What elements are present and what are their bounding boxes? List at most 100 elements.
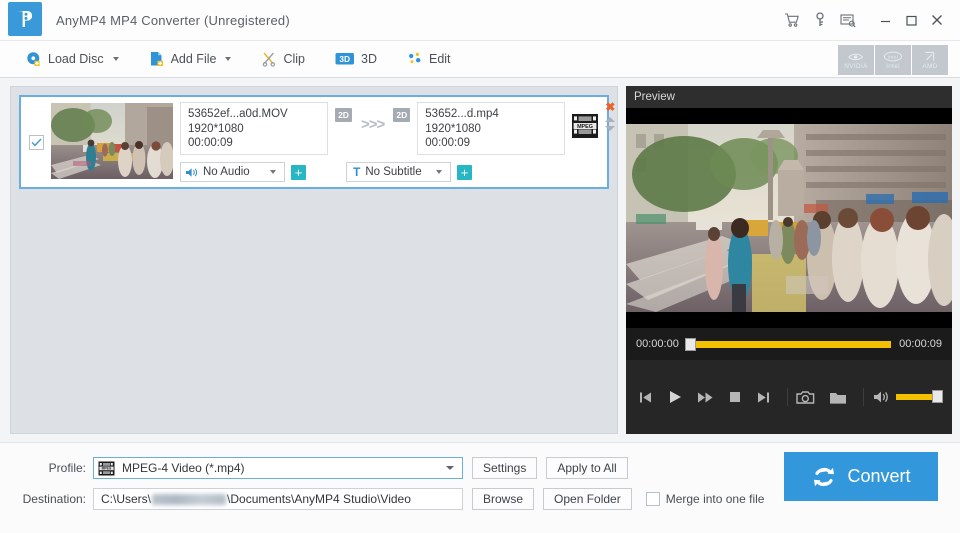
accel-badge-intel[interactable]: intel Intel xyxy=(875,45,911,75)
svg-text:3D: 3D xyxy=(339,54,350,64)
merge-checkbox[interactable] xyxy=(646,492,660,506)
chevron-down-icon[interactable] xyxy=(446,466,454,470)
remove-item-icon[interactable]: ✖ xyxy=(605,102,615,113)
volume-slider[interactable] xyxy=(896,394,940,400)
amd-arrow-icon xyxy=(924,50,936,63)
item-info: 53652ef...a0d.MOV 1920*1080 00:00:09 2D … xyxy=(173,97,599,182)
source-file-info: 53652ef...a0d.MOV 1920*1080 00:00:09 xyxy=(180,102,328,155)
preview-controls xyxy=(626,360,952,434)
cart-icon[interactable] xyxy=(778,6,806,34)
volume-handle[interactable] xyxy=(932,390,943,403)
add-file-icon xyxy=(149,51,165,67)
svg-text:MPEG: MPEG xyxy=(102,466,112,470)
merge-label: Merge into one file xyxy=(666,492,765,506)
accel-badge-amd[interactable]: AMD xyxy=(912,45,948,75)
close-icon[interactable] xyxy=(924,6,950,34)
stop-icon[interactable] xyxy=(728,390,742,404)
destination-prefix: C:\Users\ xyxy=(101,492,151,506)
output-file-info: 53652...d.mp4 1920*1080 00:00:09 xyxy=(417,102,565,155)
toolbar-label: Clip xyxy=(283,52,305,66)
snapshot-camera-icon[interactable] xyxy=(796,390,815,405)
fast-forward-icon[interactable] xyxy=(697,390,714,405)
next-icon[interactable] xyxy=(756,390,771,405)
mpeg-film-icon[interactable]: MPEG xyxy=(571,113,599,142)
main-toolbar: Load Disc Add File Clip xyxy=(0,41,960,78)
output-dimension-tag: 2D xyxy=(393,108,410,122)
profile-value: MPEG-4 Video (*.mp4) xyxy=(122,461,446,475)
nvidia-eye-icon xyxy=(847,50,865,63)
move-up-icon[interactable] xyxy=(605,117,615,122)
subtitle-t-icon: T xyxy=(353,165,360,179)
toolbar-item-load-disc[interactable]: Load Disc xyxy=(26,51,119,67)
add-audio-button[interactable]: + xyxy=(291,165,306,180)
svg-text:intel: intel xyxy=(888,54,898,59)
seek-slider[interactable] xyxy=(687,341,891,348)
mpeg-format-icon: MPEG xyxy=(98,461,115,476)
check-icon xyxy=(31,138,42,147)
accel-badge-nvidia[interactable]: NVIDIA xyxy=(838,45,874,75)
add-subtitle-button[interactable]: + xyxy=(457,165,472,180)
accel-label: Intel xyxy=(886,63,900,70)
output-resolution: 1920*1080 xyxy=(425,122,557,137)
item-checkbox[interactable] xyxy=(29,135,44,150)
audio-track-select[interactable]: No Audio xyxy=(180,162,285,182)
subtitle-track-value: No Subtitle xyxy=(365,166,432,178)
preview-video-screen[interactable] xyxy=(626,108,952,328)
hardware-acceleration-group: NVIDIA intel Intel AMD xyxy=(837,45,948,75)
window-title: AnyMP4 MP4 Converter (Unregistered) xyxy=(56,13,290,28)
browse-button[interactable]: Browse xyxy=(472,488,534,510)
convert-arrows-icon xyxy=(811,464,837,490)
open-folder-icon[interactable] xyxy=(829,390,847,405)
feedback-icon[interactable] xyxy=(834,6,862,34)
destination-input[interactable]: C:\Users\ \Documents\AnyMP4 Studio\Video xyxy=(93,488,463,510)
main-body: 53652ef...a0d.MOV 1920*1080 00:00:09 2D … xyxy=(0,78,960,442)
apply-to-all-button[interactable]: Apply to All xyxy=(546,457,627,479)
move-down-icon[interactable] xyxy=(605,126,615,131)
convert-button[interactable]: Convert xyxy=(784,452,938,501)
file-list-item[interactable]: 53652ef...a0d.MOV 1920*1080 00:00:09 2D … xyxy=(19,95,609,189)
conversion-arrow-icon: >>> xyxy=(361,116,384,133)
speaker-icon xyxy=(185,167,198,178)
key-icon[interactable] xyxy=(806,6,834,34)
minimize-icon[interactable] xyxy=(872,6,898,34)
chevron-down-icon[interactable] xyxy=(225,57,231,61)
toolbar-item-edit[interactable]: Edit xyxy=(407,51,451,67)
edit-sparkle-icon xyxy=(407,51,423,67)
svg-text:MPEG: MPEG xyxy=(577,124,593,130)
toolbar-item-add-file[interactable]: Add File xyxy=(149,51,232,67)
toolbar-item-3d[interactable]: 3D 3D xyxy=(335,52,377,66)
merge-option[interactable]: Merge into one file xyxy=(646,492,765,506)
bottom-bar: Profile: MPEG MPEG-4 Video (* xyxy=(0,442,960,533)
previous-icon[interactable] xyxy=(638,390,653,405)
toolbar-label: Edit xyxy=(429,52,451,66)
video-thumbnail[interactable] xyxy=(51,103,173,179)
accel-label: NVIDIA xyxy=(844,63,867,70)
volume-icon[interactable] xyxy=(873,390,890,404)
open-folder-button[interactable]: Open Folder xyxy=(543,488,632,510)
profile-select[interactable]: MPEG MPEG-4 Video (*.mp4) xyxy=(93,457,463,479)
settings-button[interactable]: Settings xyxy=(472,457,537,479)
preview-panel: Preview xyxy=(626,86,952,434)
toolbar-item-clip[interactable]: Clip xyxy=(261,51,305,67)
play-icon[interactable] xyxy=(667,389,683,405)
subtitle-track-select[interactable]: T No Subtitle xyxy=(346,162,451,182)
profile-label: Profile: xyxy=(0,461,86,475)
destination-label: Destination: xyxy=(0,492,86,506)
redacted-username xyxy=(152,494,226,505)
chevron-down-icon[interactable] xyxy=(113,57,119,61)
preview-seek-row: 00:00:00 00:00:09 xyxy=(626,328,952,360)
source-dimension-tag: 2D xyxy=(335,108,352,122)
destination-suffix: \Documents\AnyMP4 Studio\Video xyxy=(227,492,411,506)
maximize-icon[interactable] xyxy=(898,6,924,34)
source-resolution: 1920*1080 xyxy=(188,122,320,137)
seek-handle[interactable] xyxy=(685,338,696,351)
chevron-down-icon[interactable] xyxy=(270,170,276,174)
toolbar-label: Load Disc xyxy=(48,52,104,66)
file-list-panel[interactable]: 53652ef...a0d.MOV 1920*1080 00:00:09 2D … xyxy=(10,86,618,434)
chevron-down-icon[interactable] xyxy=(436,170,442,174)
source-duration: 00:00:09 xyxy=(188,136,320,151)
app-logo-icon xyxy=(8,2,42,36)
load-disc-icon xyxy=(26,51,42,67)
toolbar-label: 3D xyxy=(361,52,377,66)
convert-label: Convert xyxy=(847,466,910,487)
